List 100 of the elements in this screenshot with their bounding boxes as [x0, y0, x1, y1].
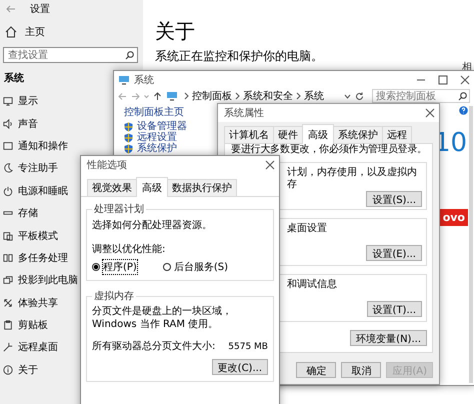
home-link[interactable]: 控制面板主页	[124, 107, 184, 118]
refresh-icon[interactable]	[355, 92, 364, 100]
sidebar-item[interactable]: 存储	[0, 202, 38, 224]
computer-icon	[166, 91, 178, 101]
tab[interactable]: 视觉效果	[87, 179, 137, 196]
sidebar-item[interactable]: 多任务处理	[0, 246, 68, 270]
settings-button[interactable]: 设置(E)...	[366, 245, 422, 261]
breadcrumb-item[interactable]: 系统	[304, 89, 324, 103]
clipboard-icon	[3, 320, 13, 330]
task-link-label: 远程设置	[137, 132, 177, 143]
power-icon	[3, 186, 13, 196]
task-link-label: 系统保护	[137, 143, 177, 154]
speaker-icon	[3, 118, 13, 129]
chevron-icon	[296, 92, 301, 100]
task-link-label: 设备管理器	[137, 121, 187, 132]
screen-icon	[3, 275, 13, 286]
sidebar-item-label: 存储	[18, 206, 38, 220]
info-icon	[3, 364, 13, 375]
crossed-arrows-icon	[3, 298, 13, 308]
tab[interactable]: 远程	[382, 126, 412, 143]
tab[interactable]: 数据执行保护	[167, 179, 237, 196]
page-heading: 关于	[155, 18, 195, 44]
environment-variables-button[interactable]: 环境变量(N)...	[350, 330, 427, 346]
sidebar-item[interactable]: 声音	[0, 112, 38, 135]
message-icon	[3, 140, 13, 151]
dialog-button[interactable]: 取消	[341, 362, 382, 378]
description-text: 分页文件是硬盘上的一块区域，Windows 当作 RAM 使用。	[92, 305, 233, 331]
scrollbar[interactable]	[469, 106, 473, 383]
window-title: 设置	[30, 2, 50, 16]
diagonal-arrow-icon	[3, 342, 13, 352]
window-title: 系统属性	[224, 106, 264, 120]
sidebar-item[interactable]: 显示	[0, 90, 38, 112]
sidebar-item-label: 多任务处理	[18, 252, 68, 265]
chevron-icon	[184, 92, 189, 100]
group-title: 虚拟内存	[93, 290, 135, 303]
window-title: 性能选项	[87, 158, 127, 172]
sidebar-item[interactable]: 远程桌面	[0, 336, 58, 359]
search-icon	[458, 92, 467, 100]
tab[interactable]: 高级	[302, 124, 334, 144]
total-size-label: 所有驱动器总分页文件大小:	[92, 340, 216, 353]
settings-button[interactable]: 设置(S)...	[366, 191, 422, 207]
moon-icon	[3, 163, 13, 174]
sidebar-item-label: 投影到此电脑	[18, 274, 78, 288]
help-icon[interactable]	[459, 106, 468, 115]
shield-icon	[124, 144, 133, 154]
chevron-icon	[235, 92, 240, 100]
task-link[interactable]: 系统保护	[124, 143, 177, 154]
total-size-value: 5575 MB	[228, 342, 268, 352]
home-icon	[5, 26, 17, 38]
sidebar-item[interactable]: 体验共享	[0, 292, 58, 314]
sidebar-item-label: 显示	[18, 95, 38, 108]
split-windows-icon	[3, 252, 13, 263]
section-heading: 系统	[4, 72, 24, 86]
radio-button[interactable]: 程序(P)	[92, 260, 137, 274]
dialog-button[interactable]: 确定	[296, 362, 336, 378]
group-text: 计划，内存使用，以及虚拟内存	[287, 167, 418, 191]
sidebar-item-label: 远程桌面	[18, 340, 58, 354]
shield-icon	[124, 122, 133, 132]
sidebar-item-label: 通知和操作	[18, 140, 68, 153]
sidebar-item[interactable]: 剪贴板	[0, 314, 48, 336]
sidebar-item[interactable]: 电源和睡眠	[0, 180, 68, 202]
radio-button[interactable]: 后台服务(S)	[162, 260, 228, 274]
dropdown-caret-icon[interactable]	[344, 92, 351, 100]
computer-icon	[118, 74, 130, 84]
shield-icon	[124, 132, 133, 142]
sidebar-item-label: 关于	[18, 364, 38, 377]
change-button[interactable]: 更改(C)...	[212, 359, 268, 375]
prompt-text: 调整以优化性能:	[92, 242, 166, 256]
sidebar-item-label: 平板模式	[18, 230, 58, 243]
sidebar-item-label: 电源和睡眠	[18, 184, 68, 198]
home-label: 主页	[25, 26, 45, 39]
sidebar-item-label: 体验共享	[18, 296, 58, 310]
breadcrumb-item[interactable]: 控制面板	[192, 89, 232, 103]
settings-button[interactable]: 设置(T)...	[366, 301, 422, 317]
search-field[interactable]: 搜索控制面板	[372, 89, 470, 103]
sidebar-item-label: 声音	[18, 118, 38, 131]
window-title: 系统	[134, 74, 154, 86]
tab[interactable]: 计算机名	[224, 126, 274, 143]
sidebar-item[interactable]: 专注助手	[0, 157, 58, 180]
description-text: 选择如何分配处理器资源。	[92, 218, 213, 232]
group-text: 和调试信息	[287, 279, 338, 291]
search-icon	[125, 50, 134, 60]
notice-text: 要进行大多数更改，你必须作为管理员登录。	[230, 144, 427, 156]
sidebar-item[interactable]: 投影到此电脑	[0, 269, 78, 292]
up-arrow-icon[interactable]	[153, 92, 162, 100]
sidebar-item[interactable]: 关于	[0, 358, 38, 382]
monitor-icon	[3, 96, 13, 106]
search-field[interactable]: 查找设置	[3, 47, 138, 63]
sidebar-item[interactable]: 平板模式	[0, 224, 58, 247]
breadcrumb-item[interactable]: 系统和安全	[243, 89, 293, 103]
tab[interactable]: 高级	[136, 177, 168, 197]
group-text: 桌面设置	[287, 223, 328, 235]
group-title: 处理器计划	[93, 202, 145, 216]
status-text: 系统正在监控和保护你的电脑。	[155, 48, 323, 65]
sidebar-item[interactable]: 通知和操作	[0, 134, 68, 158]
task-link[interactable]: 设备管理器	[124, 121, 187, 132]
sidebar-item-label: 专注助手	[18, 162, 58, 176]
home-link[interactable]: 主页	[0, 20, 143, 44]
tablet-icon	[3, 230, 13, 241]
task-link[interactable]: 远程设置	[124, 132, 177, 143]
